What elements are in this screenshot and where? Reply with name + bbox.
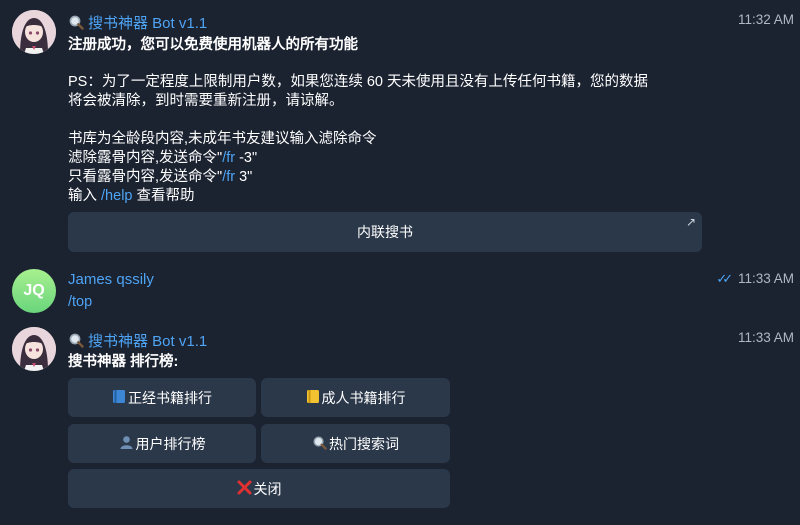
- help-text-tail: 查看帮助: [132, 188, 195, 204]
- anime-girl-avatar-image: [12, 327, 56, 371]
- magnifier-icon: [68, 14, 84, 34]
- sender-name-label: 搜书神器 Bot v1.1: [88, 333, 208, 350]
- fr-command-link[interactable]: /fr: [222, 150, 235, 166]
- help-command-link[interactable]: /help: [101, 188, 132, 204]
- message-filter-line: 滤除露骨内容,发送命令"/fr -3": [68, 149, 257, 168]
- filter-arg: -3": [235, 150, 258, 166]
- fr-command-link[interactable]: /fr: [222, 169, 235, 185]
- message-only-line: 只看露骨内容,发送命令"/fr 3": [68, 168, 252, 187]
- message-time: 11:33 AM: [737, 330, 794, 345]
- hot-search-terms-button[interactable]: 热门搜索词: [261, 424, 450, 463]
- book-blue-icon: [112, 389, 126, 407]
- message-ps-line-1: PS：为了一定程度上限制用户数，如果您连续 60 天未使用且没有上传任何书籍，您…: [68, 74, 649, 90]
- only-arg: 3": [235, 169, 253, 185]
- close-label: 关闭: [253, 480, 282, 497]
- adult-books-ranking-label: 成人书籍排行: [321, 389, 406, 406]
- user-avatar[interactable]: JQ: [12, 269, 56, 313]
- close-x-icon: [237, 480, 252, 498]
- formal-books-ranking-button[interactable]: 正经书籍排行: [68, 378, 256, 417]
- magnifier-icon: [312, 435, 327, 453]
- sender-name[interactable]: James qssily: [68, 271, 154, 288]
- help-text: 输入: [68, 188, 102, 204]
- user-ranking-button[interactable]: 用户排行榜: [68, 424, 256, 463]
- top-command-link[interactable]: /top: [68, 293, 92, 312]
- user-initials: JQ: [23, 282, 45, 299]
- inline-search-label: 内联搜书: [357, 224, 413, 240]
- only-text: 只看露骨内容,发送命令": [68, 169, 223, 185]
- message-library-line: 书库为全龄段内容,未成年书友建议输入滤除命令: [68, 131, 377, 147]
- double-check-icon: ✓✓: [716, 271, 733, 286]
- bot-avatar[interactable]: [12, 10, 56, 54]
- formal-books-ranking-label: 正经书籍排行: [128, 389, 212, 406]
- sender-name[interactable]: 搜书神器 Bot v1.1: [68, 330, 207, 352]
- message-time: 11:32 AM: [737, 12, 794, 27]
- anime-girl-avatar-image: [12, 10, 56, 54]
- bot-avatar[interactable]: [12, 327, 56, 371]
- message-ps-line-2: 将会被清除，到时需要重新注册，请谅解。: [68, 93, 344, 109]
- message-time-label: 11:33 AM: [737, 271, 794, 286]
- hot-search-terms-label: 热门搜索词: [329, 435, 399, 452]
- filter-text: 滤除露骨内容,发送命令": [68, 150, 223, 166]
- ranking-title: 搜书神器 排行榜:: [68, 354, 179, 370]
- adult-books-ranking-button[interactable]: 成人书籍排行: [261, 378, 450, 417]
- sender-name[interactable]: 搜书神器 Bot v1.1: [68, 12, 207, 34]
- user-icon: [119, 435, 134, 453]
- book-yellow-icon: [306, 389, 320, 407]
- external-link-icon: ↗: [685, 215, 696, 229]
- magnifier-icon: [68, 332, 84, 352]
- close-button[interactable]: 关闭: [68, 469, 450, 508]
- inline-search-button[interactable]: 内联搜书 ↗: [68, 212, 702, 252]
- message-title: 注册成功，您可以免费使用机器人的所有功能: [68, 37, 358, 53]
- message-time: ✓✓ 11:33 AM: [716, 271, 794, 287]
- message-help-line: 输入 /help 查看帮助: [68, 187, 195, 206]
- sender-name-label: 搜书神器 Bot v1.1: [88, 15, 208, 32]
- user-ranking-label: 用户排行榜: [135, 435, 206, 452]
